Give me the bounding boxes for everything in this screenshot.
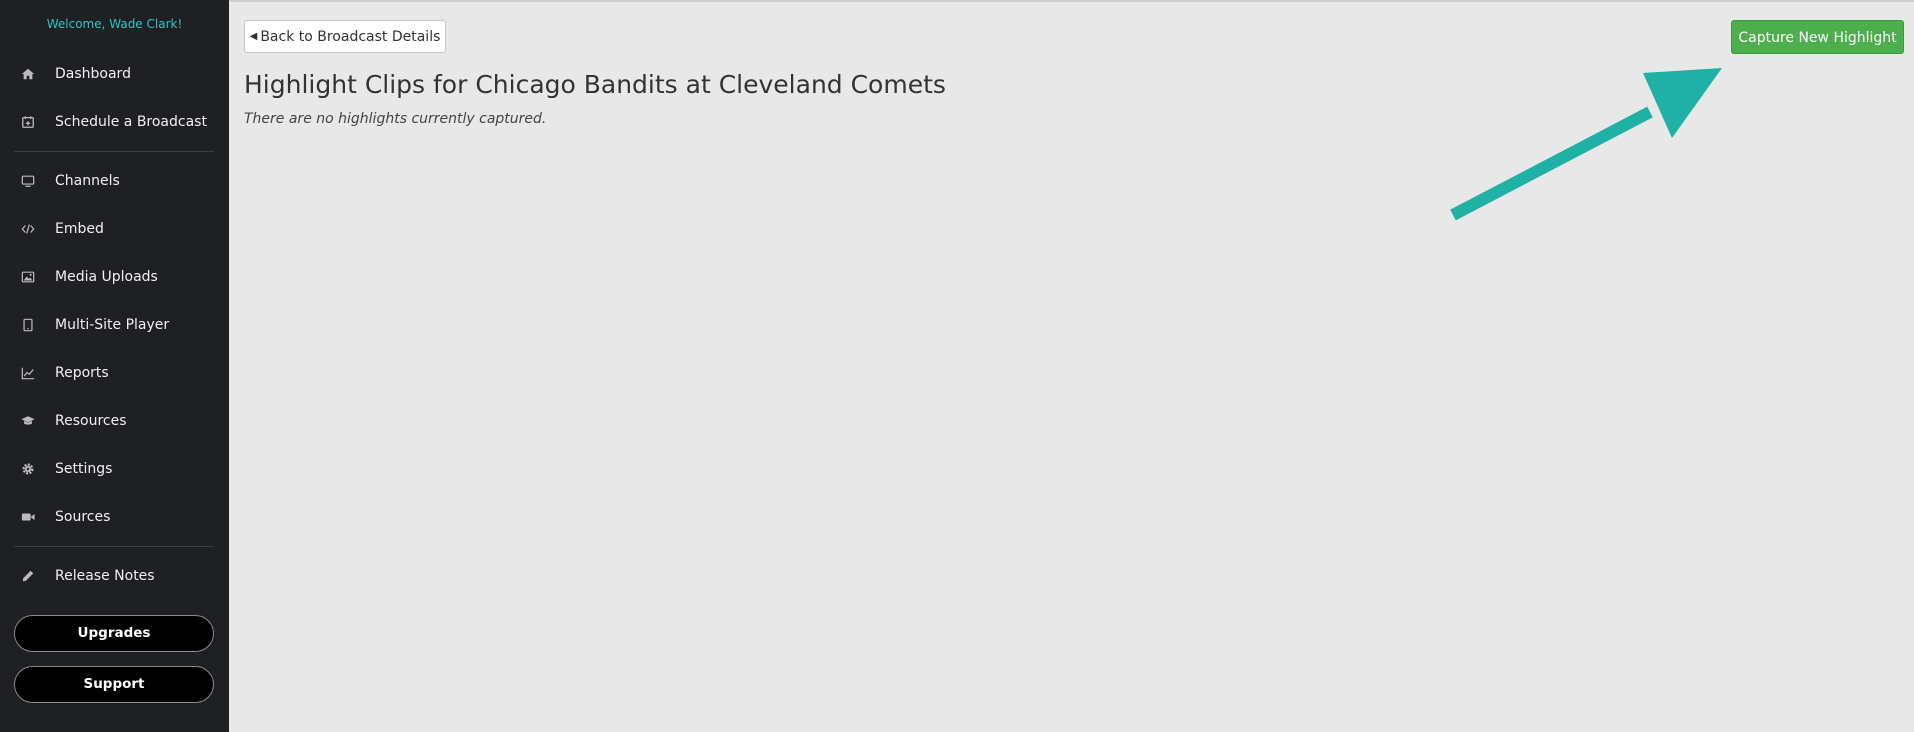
sidebar-item-reports[interactable]: Reports	[0, 351, 229, 395]
sidebar-item-label: Embed	[55, 221, 104, 237]
empty-state-message: There are no highlights currently captur…	[244, 111, 547, 127]
sidebar-item-label: Channels	[55, 173, 120, 189]
sidebar-item-label: Schedule a Broadcast	[55, 114, 207, 130]
sidebar-item-media-uploads[interactable]: Media Uploads	[0, 255, 229, 299]
welcome-message: Welcome, Wade Clark!	[46, 17, 183, 31]
back-to-broadcast-details-button[interactable]: ◀ Back to Broadcast Details	[244, 20, 446, 53]
sidebar-item-settings[interactable]: Settings	[0, 447, 229, 491]
caret-left-icon: ◀	[249, 31, 258, 42]
sidebar-item-label: Multi-Site Player	[55, 317, 170, 333]
line-chart-icon	[20, 365, 36, 381]
sidebar-item-label: Release Notes	[55, 568, 155, 584]
top-border	[229, 0, 1914, 2]
sidebar-item-label: Media Uploads	[55, 269, 158, 285]
home-icon	[20, 66, 36, 82]
code-icon	[20, 221, 36, 237]
monitor-icon	[20, 173, 36, 189]
sidebar-item-sources[interactable]: Sources	[0, 495, 229, 539]
image-icon	[20, 269, 36, 285]
page-title: Highlight Clips for Chicago Bandits at C…	[244, 70, 946, 99]
sidebar: Welcome, Wade Clark! Dashboard Schedule …	[0, 0, 229, 732]
sidebar-item-label: Sources	[55, 509, 111, 525]
sidebar-divider	[14, 151, 214, 152]
sidebar-divider	[14, 546, 214, 547]
pencil-icon	[20, 568, 36, 584]
tablet-icon	[20, 317, 36, 333]
sidebar-item-resources[interactable]: Resources	[0, 399, 229, 443]
upgrades-button[interactable]: Upgrades	[14, 615, 214, 652]
calendar-plus-icon	[20, 114, 36, 130]
back-button-label: Back to Broadcast Details	[260, 28, 441, 45]
sidebar-item-dashboard[interactable]: Dashboard	[0, 52, 229, 96]
sidebar-item-label: Resources	[55, 413, 127, 429]
video-camera-icon	[20, 509, 36, 525]
sidebar-item-label: Settings	[55, 461, 113, 477]
capture-new-highlight-button[interactable]: Capture New Highlight	[1731, 20, 1904, 54]
sidebar-item-multi-site-player[interactable]: Multi-Site Player	[0, 303, 229, 347]
sidebar-item-channels[interactable]: Channels	[0, 159, 229, 203]
gear-icon	[20, 461, 36, 477]
support-button[interactable]: Support	[14, 666, 214, 703]
sidebar-item-label: Reports	[55, 365, 109, 381]
sidebar-item-release-notes[interactable]: Release Notes	[0, 554, 229, 598]
sidebar-item-label: Dashboard	[55, 66, 131, 82]
annotation-arrow	[1450, 68, 1722, 221]
sidebar-item-embed[interactable]: Embed	[0, 207, 229, 251]
sidebar-item-schedule-broadcast[interactable]: Schedule a Broadcast	[0, 100, 229, 144]
graduation-cap-icon	[20, 413, 36, 429]
